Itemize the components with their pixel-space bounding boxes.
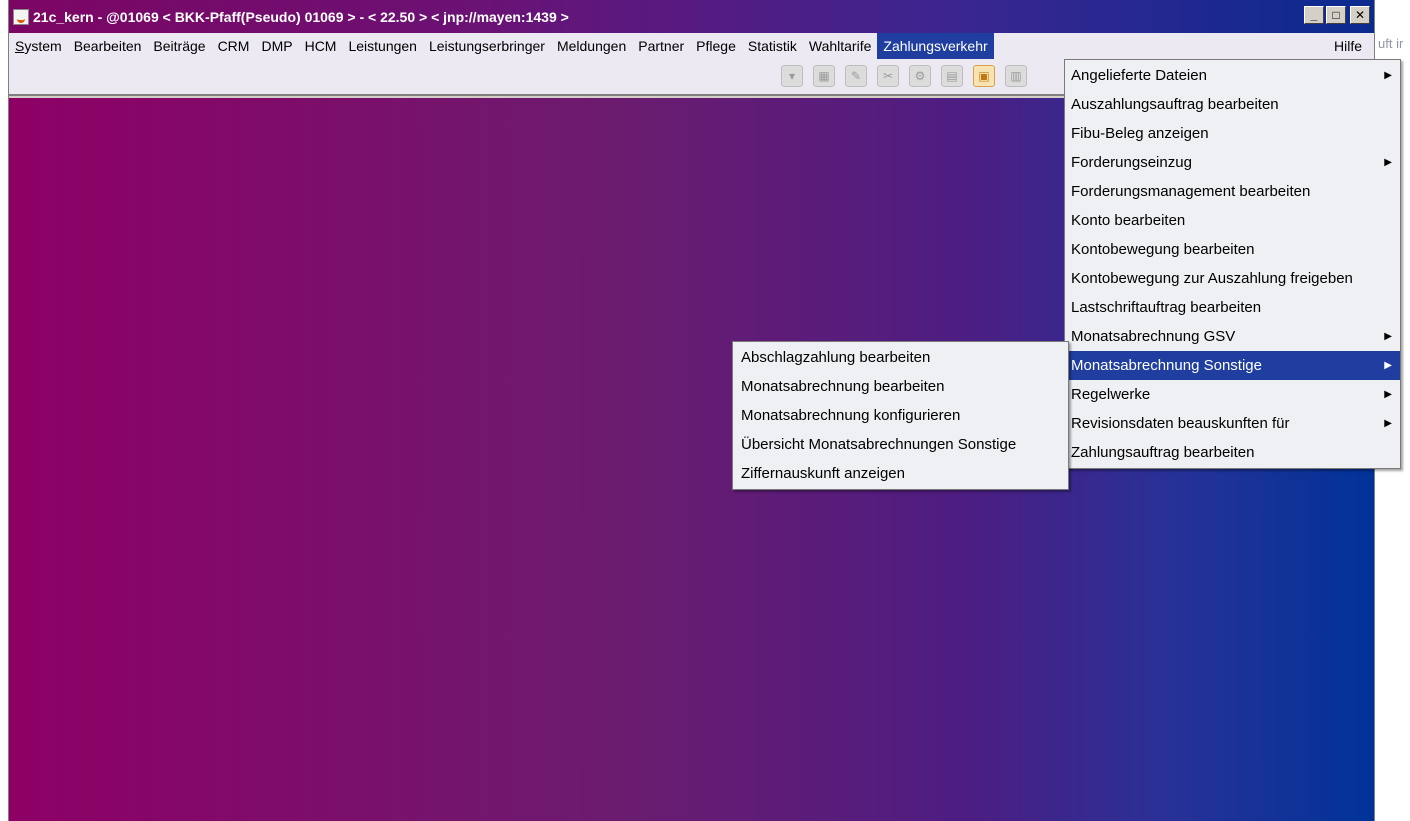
tool-icon[interactable]: ✂	[877, 65, 899, 87]
menu-wahltarife[interactable]: Wahltarife	[803, 33, 878, 59]
menu-partner[interactable]: Partner	[632, 33, 690, 59]
menu-dmp[interactable]: DMP	[255, 33, 298, 59]
menu-zahlungsverkehr[interactable]: Zahlungsverkehr	[877, 33, 994, 59]
menu-meldungen[interactable]: Meldungen	[551, 33, 632, 59]
disk-icon[interactable]: ▦	[813, 65, 835, 87]
menu-item-konto[interactable]: Konto bearbeiten	[1065, 206, 1400, 235]
submenu-item-uebersicht[interactable]: Übersicht Monatsabrechnungen Sonstige	[733, 430, 1068, 459]
maximize-icon: □	[1332, 8, 1340, 22]
menu-item-monatsabrechnung-gsv[interactable]: Monatsabrechnung GSV ▶	[1065, 322, 1400, 351]
minimize-button[interactable]: _	[1304, 6, 1324, 24]
close-icon: ✕	[1354, 8, 1366, 22]
wrench-icon[interactable]: ✎	[845, 65, 867, 87]
menu-item-fibu-beleg[interactable]: Fibu-Beleg anzeigen	[1065, 119, 1400, 148]
zahlungsverkehr-menu: Angelieferte Dateien ▶ Auszahlungsauftra…	[1064, 59, 1401, 469]
menu-hilfe[interactable]: Hilfe	[1328, 33, 1368, 59]
menu-beitraege[interactable]: Beiträge	[147, 33, 211, 59]
menu-item-auszahlungsauftrag[interactable]: Auszahlungsauftrag bearbeiten	[1065, 90, 1400, 119]
submenu-arrow-icon: ▶	[1384, 331, 1392, 342]
menu-crm[interactable]: CRM	[212, 33, 256, 59]
menu-statistik[interactable]: Statistik	[742, 33, 803, 59]
background-window-text: uft ir	[1378, 36, 1404, 51]
menu-item-regelwerke[interactable]: Regelwerke ▶	[1065, 380, 1400, 409]
submenu-item-abschlagzahlung[interactable]: Abschlagzahlung bearbeiten	[733, 343, 1068, 372]
clipboard-icon[interactable]: ▣	[973, 65, 995, 87]
notepad-icon[interactable]: ▤	[941, 65, 963, 87]
menu-item-forderungseinzug[interactable]: Forderungseinzug ▶	[1065, 148, 1400, 177]
menu-bearbeiten[interactable]: Bearbeiten	[68, 33, 148, 59]
toolbar-icons: ▾ ▦ ✎ ✂ ⚙ ▤ ▣ ▥	[781, 65, 1027, 87]
menu-bar: System Bearbeiten Beiträge CRM DMP HCM L…	[9, 33, 1374, 59]
java-cup-icon	[13, 8, 29, 25]
submenu-item-ziffernauskunft[interactable]: Ziffernauskunft anzeigen	[733, 459, 1068, 488]
submenu-arrow-icon: ▶	[1384, 157, 1392, 168]
window-title: 21c_kern - @01069 < BKK-Pfaff(Pseudo) 01…	[33, 8, 569, 25]
menu-system[interactable]: System	[9, 33, 68, 59]
menu-item-kontobewegung-freigeben[interactable]: Kontobewegung zur Auszahlung freigeben	[1065, 264, 1400, 293]
submenu-item-monatsabrechnung-konfigurieren[interactable]: Monatsabrechnung konfigurieren	[733, 401, 1068, 430]
menu-hcm[interactable]: HCM	[299, 33, 343, 59]
gear-icon[interactable]: ⚙	[909, 65, 931, 87]
title-bar[interactable]: 21c_kern - @01069 < BKK-Pfaff(Pseudo) 01…	[9, 0, 1374, 33]
menu-item-forderungsmanagement[interactable]: Forderungsmanagement bearbeiten	[1065, 177, 1400, 206]
menu-leistungen[interactable]: Leistungen	[342, 33, 423, 59]
minimize-icon: _	[1310, 8, 1318, 22]
close-button[interactable]: ✕	[1350, 6, 1370, 24]
menu-leistungserbringer[interactable]: Leistungserbringer	[423, 33, 551, 59]
monatsabrechnung-sonstige-submenu: Abschlagzahlung bearbeiten Monatsabrechn…	[732, 341, 1069, 490]
submenu-arrow-icon: ▶	[1384, 70, 1392, 81]
menu-item-zahlungsauftrag[interactable]: Zahlungsauftrag bearbeiten	[1065, 438, 1400, 467]
submenu-arrow-icon: ▶	[1384, 360, 1392, 371]
menu-item-lastschriftauftrag[interactable]: Lastschriftauftrag bearbeiten	[1065, 293, 1400, 322]
submenu-arrow-icon: ▶	[1384, 418, 1392, 429]
menu-item-revisionsdaten[interactable]: Revisionsdaten beauskunften für ▶	[1065, 409, 1400, 438]
menu-pflege[interactable]: Pflege	[690, 33, 742, 59]
submenu-item-monatsabrechnung-bearbeiten[interactable]: Monatsabrechnung bearbeiten	[733, 372, 1068, 401]
window-controls: _ □ ✕	[1304, 6, 1370, 24]
menu-item-kontobewegung[interactable]: Kontobewegung bearbeiten	[1065, 235, 1400, 264]
menu-item-angelieferte-dateien[interactable]: Angelieferte Dateien ▶	[1065, 61, 1400, 90]
document-icon[interactable]: ▥	[1005, 65, 1027, 87]
maximize-button[interactable]: □	[1326, 6, 1346, 24]
dropdown-icon[interactable]: ▾	[781, 65, 803, 87]
menu-item-monatsabrechnung-sonstige[interactable]: Monatsabrechnung Sonstige ▶	[1065, 351, 1400, 380]
submenu-arrow-icon: ▶	[1384, 389, 1392, 400]
